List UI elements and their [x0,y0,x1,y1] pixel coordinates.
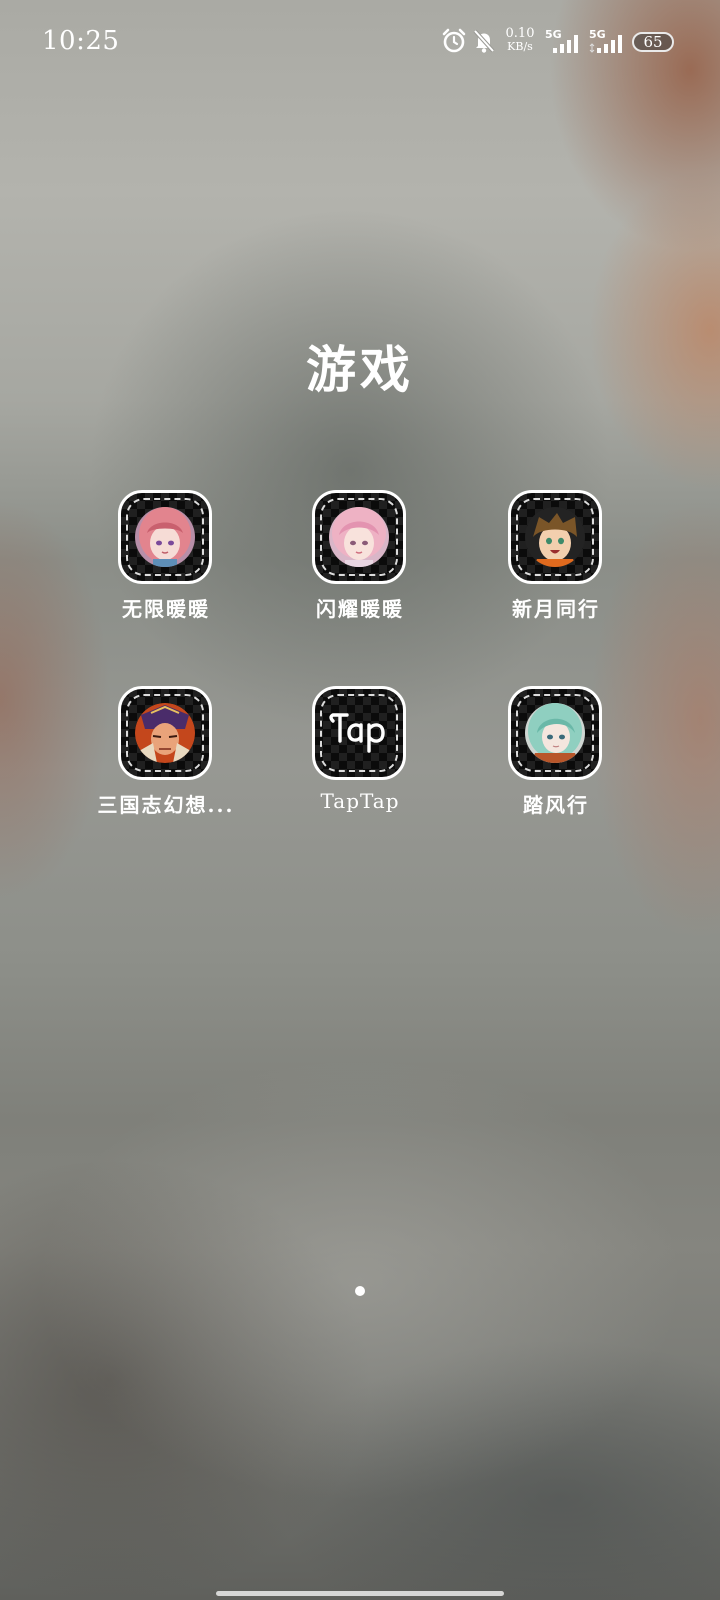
app-icon[interactable] [312,686,406,780]
teal-hair-girl-icon [525,703,585,763]
pink-hair-girl-icon [135,507,195,567]
app-label: 闪耀暖暖 [316,597,404,621]
app-label: 无限暖暖 [122,597,210,621]
status-time: 10:25 [42,26,120,56]
app-label: TapTap [320,789,400,813]
battery-indicator: 65 [632,32,674,52]
alarm-icon [441,28,467,58]
app-icon[interactable] [118,686,212,780]
network-speed-value: 0.10 [505,26,535,41]
app-xinyue-tongxing[interactable]: 新月同行 [458,490,654,640]
app-tafengxing[interactable]: 踏风行 [458,686,654,836]
folder-title[interactable]: 游戏 [0,330,720,402]
app-shanyao-nuannuan[interactable]: 闪耀暖暖 [262,490,458,640]
signal-bars-icon [553,35,578,53]
armored-general-icon [135,703,195,763]
brown-hair-boy-icon [525,507,585,567]
network-speed: 0.10 KB/s [500,27,540,52]
app-icon[interactable] [312,490,406,584]
app-icon[interactable] [118,490,212,584]
taptap-logo-icon [329,713,385,753]
app-icon[interactable] [508,686,602,780]
pink-hair-girl-icon [329,507,389,567]
app-label: 新月同行 [512,597,600,621]
page-indicator-dot [355,1286,365,1296]
app-wuxian-nuannuan[interactable]: 无限暖暖 [68,490,264,640]
app-taptap[interactable]: TapTap [262,686,458,836]
app-sanguozhi-huanxiang[interactable]: 三国志幻想... [68,686,264,836]
app-label: 踏风行 [523,793,589,817]
app-label: 三国志幻想... [97,793,235,817]
home-indicator[interactable] [216,1591,504,1596]
network-speed-unit: KB/s [507,40,533,53]
app-icon[interactable] [508,490,602,584]
status-bar: 10:25 0.10 KB/s 5G 5G 65 [0,0,720,80]
signal-bars-icon [589,35,622,53]
bell-off-icon [471,28,497,58]
